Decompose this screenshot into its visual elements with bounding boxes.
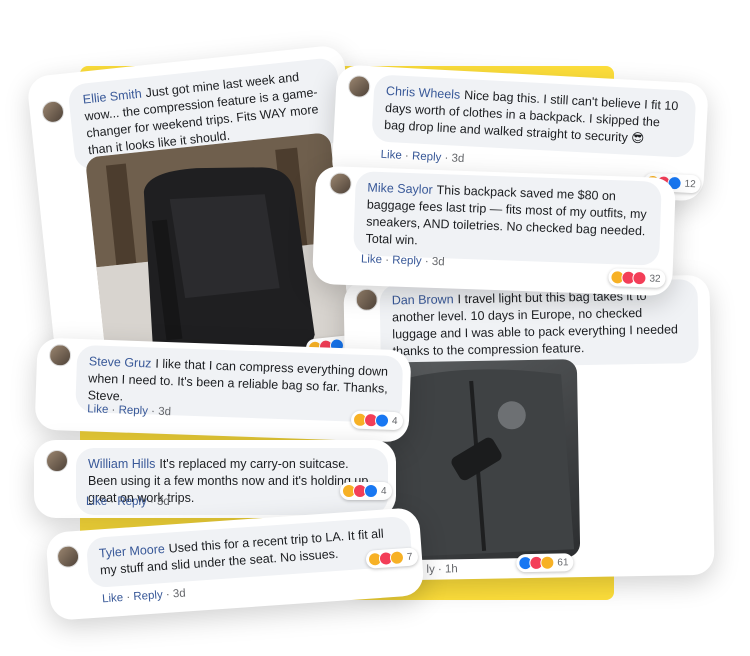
comment-actions: Like · Reply · 3d <box>380 148 465 166</box>
comment-card-william: William Hills It's replaced my carry-on s… <box>34 440 396 518</box>
avatar <box>40 99 66 124</box>
reaction-summary[interactable]: 4 <box>340 482 392 500</box>
comment-actions: Like · Reply · 3d <box>360 253 445 269</box>
avatar <box>347 74 371 99</box>
reaction-summary[interactable]: 4 <box>350 410 403 431</box>
like-link[interactable]: Like <box>380 149 402 162</box>
avatar <box>46 450 68 472</box>
commenter-name[interactable]: Steve Gruz <box>89 354 152 370</box>
reply-link[interactable]: Reply <box>392 254 422 267</box>
avatar <box>48 343 72 367</box>
like-link[interactable]: Like <box>87 403 109 416</box>
avatar <box>56 544 80 569</box>
reply-link[interactable]: Reply <box>412 150 442 164</box>
avatar <box>355 288 378 312</box>
comment-bubble: Chris Wheels Nice bag this. I still can't… <box>371 74 697 159</box>
like-link[interactable]: Like <box>102 592 124 605</box>
comment-actions: ly · 1h <box>426 563 458 576</box>
comment-card-mike: Mike Saylor This backpack saved me $80 on… <box>312 165 676 297</box>
commenter-name[interactable]: Dan Brown <box>392 292 454 307</box>
reply-link[interactable]: Reply <box>117 496 146 508</box>
commenter-name[interactable]: Chris Wheels <box>386 84 461 102</box>
comment-bubble: Mike Saylor This backpack saved me $80 on… <box>353 171 662 266</box>
comment-card-steve: Steve Gruz I like that I can compress eve… <box>34 337 412 443</box>
reply-link[interactable]: Reply <box>118 404 148 417</box>
avatar <box>329 172 352 195</box>
like-link[interactable]: Like <box>86 496 107 508</box>
comment-actions: Like · Reply · 3d <box>87 403 172 419</box>
reply-link[interactable]: Reply <box>133 589 163 603</box>
like-link[interactable]: Like <box>361 253 383 266</box>
reaction-summary[interactable]: 61 <box>516 553 574 573</box>
reaction-summary[interactable]: 32 <box>608 268 666 289</box>
commenter-name[interactable]: Mike Saylor <box>367 181 433 197</box>
comment-actions: Like · Reply · 3d <box>86 496 170 508</box>
commenter-name[interactable]: Tyler Moore <box>98 542 165 561</box>
comment-bubble: Tyler Moore Used this for a recent trip t… <box>85 515 413 589</box>
comment-actions: Like · Reply · 3d <box>101 587 187 606</box>
commenter-name[interactable]: William Hills <box>88 457 155 471</box>
reaction-summary[interactable]: 7 <box>365 547 419 569</box>
